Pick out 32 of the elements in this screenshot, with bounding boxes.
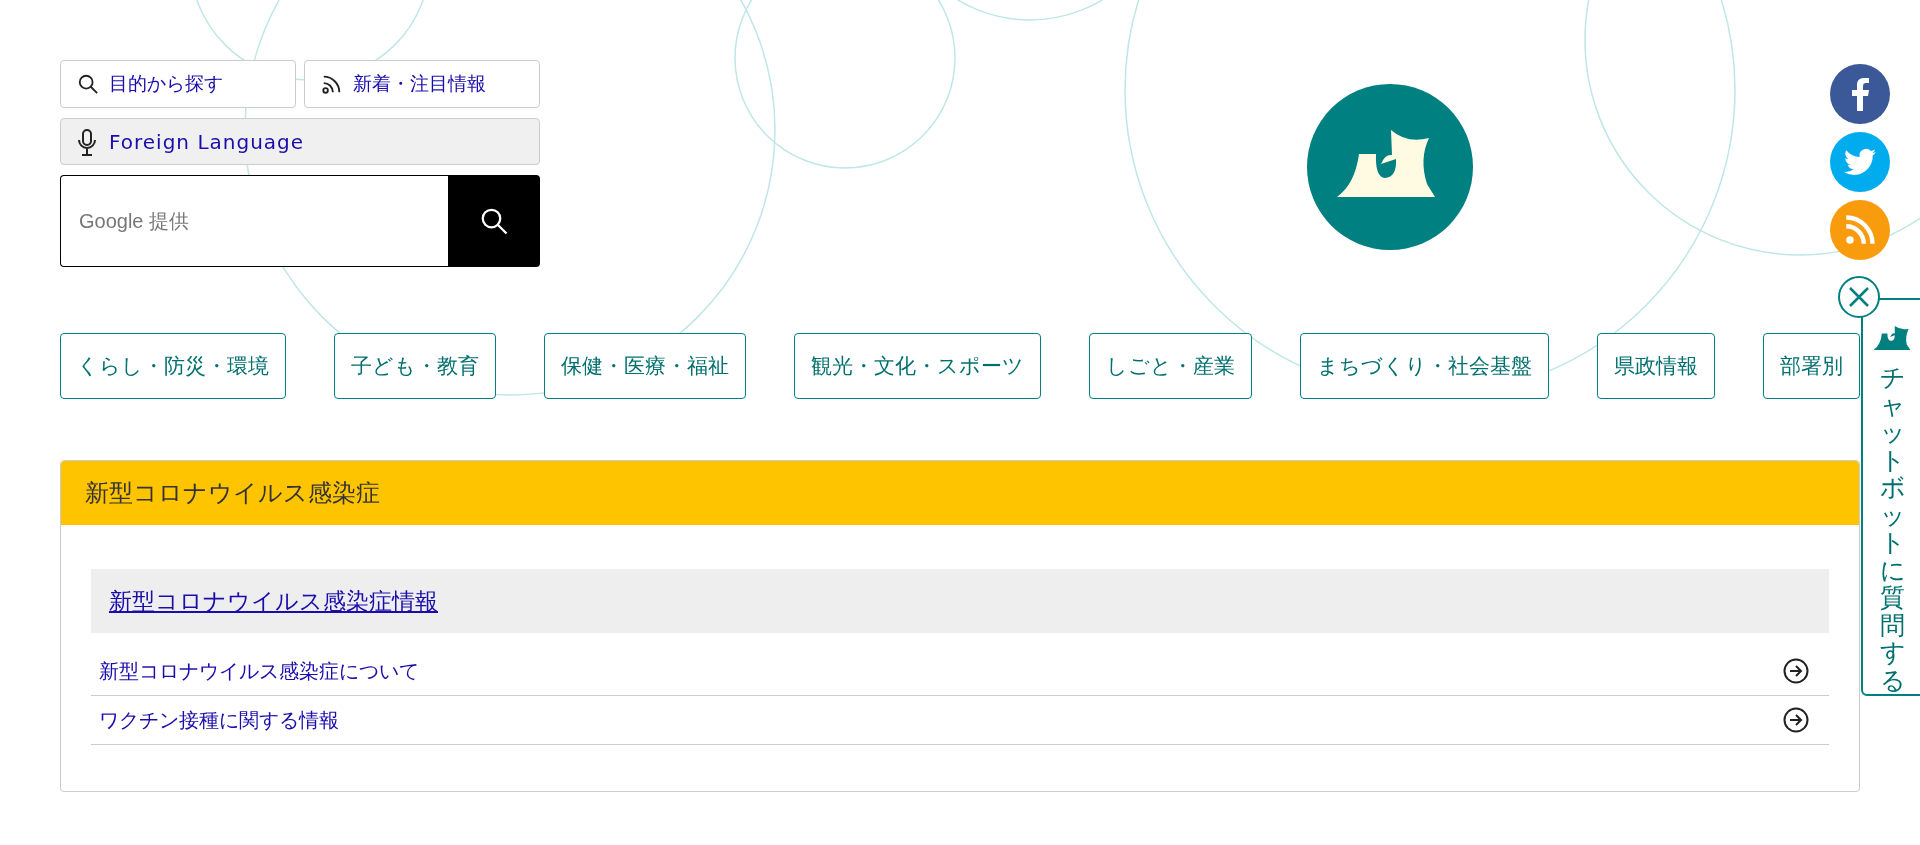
list-link[interactable]: ワクチン接種に関する情報 bbox=[91, 696, 1829, 745]
list-link[interactable]: 新型コロナウイルス感染症について bbox=[91, 647, 1829, 696]
bird-icon bbox=[1844, 148, 1876, 176]
facebook-button[interactable] bbox=[1830, 64, 1890, 124]
mountain-icon bbox=[1872, 326, 1912, 350]
top-link-button[interactable]: 目的から探す bbox=[60, 60, 296, 108]
nav-tab[interactable]: 部署別 bbox=[1763, 333, 1860, 399]
nav-tab[interactable]: まちづくり・社会基盤 bbox=[1300, 333, 1549, 399]
chatbot-tab[interactable]: チャットボットに質問する bbox=[1861, 298, 1920, 696]
close-button[interactable] bbox=[1838, 276, 1880, 318]
search-icon bbox=[479, 206, 509, 236]
mountain-logo[interactable] bbox=[1307, 84, 1473, 250]
rss-icon bbox=[1845, 215, 1875, 245]
nav-tab[interactable]: 観光・文化・スポーツ bbox=[794, 333, 1041, 399]
arrow-circle-icon bbox=[1783, 658, 1809, 684]
nav-tab[interactable]: しごと・産業 bbox=[1089, 333, 1252, 399]
microphone-icon bbox=[77, 127, 97, 156]
close-icon bbox=[1848, 286, 1870, 308]
facebook-icon bbox=[1850, 77, 1870, 111]
rss-icon bbox=[321, 73, 343, 95]
panel-title: 新型コロナウイルス感染症 bbox=[61, 461, 1859, 525]
nav-tab[interactable]: 子ども・教育 bbox=[334, 333, 496, 399]
nav-tab[interactable]: 県政情報 bbox=[1597, 333, 1715, 399]
nav-tab[interactable]: 保健・医療・福祉 bbox=[544, 333, 746, 399]
arrow-circle-icon bbox=[1783, 707, 1809, 733]
section-title-link[interactable]: 新型コロナウイルス感染症情報 bbox=[109, 585, 438, 617]
nav-tab[interactable]: くらし・防災・環境 bbox=[60, 333, 286, 399]
twitter-button[interactable] bbox=[1830, 132, 1890, 192]
search-icon bbox=[77, 73, 99, 95]
top-link-button[interactable]: 新着・注目情報 bbox=[304, 60, 540, 108]
search-field[interactable]: Google 提供 bbox=[60, 175, 448, 267]
foreign-language-button[interactable]: Foreign Language bbox=[60, 118, 540, 165]
